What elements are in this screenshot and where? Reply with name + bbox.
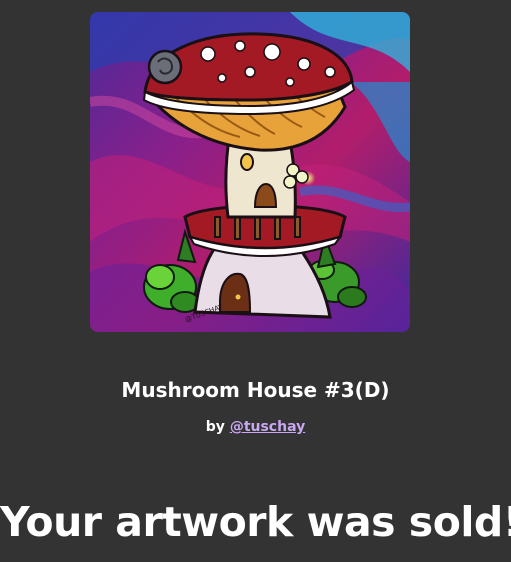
by-label: by	[205, 419, 230, 435]
sale-notification: @TUSCHAY Mushroom House #3(D) by @tuscha…	[0, 0, 511, 562]
artist-link[interactable]: @tuschay	[230, 419, 305, 435]
artwork-image[interactable]: @TUSCHAY	[90, 12, 410, 332]
artist-byline: by @tuschay	[0, 417, 511, 437]
artwork-title: Mushroom House #3(D)	[121, 378, 390, 402]
sold-headline: Your artwork was sold!	[0, 498, 511, 546]
